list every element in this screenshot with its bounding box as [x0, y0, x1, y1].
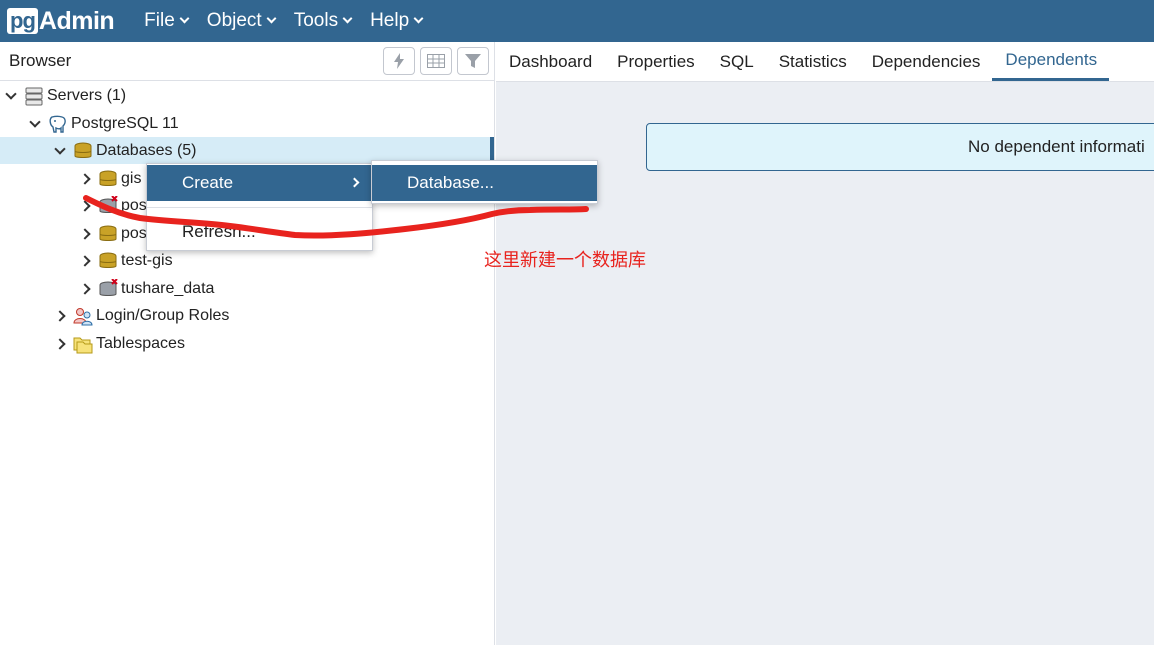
database-disconnected-icon	[99, 195, 118, 213]
tab-dashboard[interactable]: Dashboard	[496, 42, 604, 81]
database-icon	[99, 170, 117, 186]
tree-item-label: tushare_data	[121, 279, 215, 297]
chevron-down-icon	[179, 13, 190, 24]
filter-button[interactable]	[457, 47, 489, 75]
tree-item-label: pos	[121, 196, 147, 214]
tree-item-label: Login/Group Roles	[96, 306, 230, 324]
menu-object-label: Object	[206, 10, 262, 31]
chevron-right-icon[interactable]	[51, 309, 69, 322]
tab-dependencies[interactable]: Dependencies	[859, 42, 993, 81]
tree-item-label: gis	[121, 169, 142, 187]
chevron-right-icon	[349, 177, 360, 188]
chevron-down-icon[interactable]	[26, 115, 44, 128]
login-group-roles-icon	[73, 307, 93, 325]
annotation-note: 这里新建一个数据库	[484, 250, 646, 271]
database-icon	[99, 252, 117, 268]
logo-pg-text: pg	[7, 8, 38, 34]
tree-item-label: pos	[121, 224, 147, 242]
tree-item-database[interactable]: tushare_data	[76, 275, 214, 302]
menu-file-label: File	[144, 10, 175, 31]
chevron-right-icon[interactable]	[76, 282, 94, 295]
menu-tools[interactable]: Tools	[293, 10, 353, 32]
chevron-right-icon[interactable]	[76, 227, 94, 240]
menu-help[interactable]: Help	[370, 10, 424, 32]
context-menu-create-label: Create	[182, 173, 234, 192]
menu-help-label: Help	[370, 10, 410, 31]
submenu-create-database-label: Database...	[407, 173, 494, 192]
submenu-create-database[interactable]: Database...	[372, 165, 597, 201]
tree-item-label: Servers (1)	[47, 86, 127, 104]
tree-item-database[interactable]: test-gis	[76, 247, 173, 274]
server-group-icon	[25, 87, 43, 105]
create-submenu: Database...	[371, 160, 598, 204]
databases-icon	[74, 142, 92, 158]
tree-item-database[interactable]: pos	[76, 220, 147, 247]
tab-properties[interactable]: Properties	[604, 42, 706, 81]
chevron-down-icon	[413, 13, 424, 24]
logo-admin-text: Admin	[38, 6, 115, 35]
menu-divider	[147, 207, 372, 208]
tree-item-label: Databases (5)	[96, 141, 197, 159]
tree-item-database[interactable]: pos	[76, 192, 147, 219]
browser-header: Browser	[0, 42, 494, 81]
tree-item-database[interactable]: gis	[76, 165, 141, 192]
view-data-button[interactable]	[420, 47, 452, 75]
tab-statistics[interactable]: Statistics	[766, 42, 859, 81]
menu-tools-label: Tools	[293, 10, 339, 31]
top-navbar: pg Admin File Object Tools Help	[0, 0, 1154, 42]
context-menu-create[interactable]: Create	[147, 165, 372, 201]
chevron-right-icon[interactable]	[76, 254, 94, 267]
tree-item-label: Tablespaces	[96, 334, 185, 352]
tree-item-label: PostgreSQL 11	[71, 114, 179, 132]
pgadmin-logo[interactable]: pg Admin	[7, 0, 115, 42]
chevron-down-icon[interactable]	[51, 142, 69, 155]
database-disconnected-icon	[99, 278, 118, 296]
tree-item-login-roles[interactable]: Login/Group Roles	[51, 302, 229, 329]
main-panel: Dashboard Properties SQL Statistics Depe…	[496, 42, 1154, 645]
tablespaces-folder-icon	[73, 337, 93, 353]
info-message-text: No dependent informati	[968, 137, 1145, 156]
tree-item-tablespaces[interactable]: Tablespaces	[51, 330, 185, 357]
tab-dependents[interactable]: Dependents	[992, 42, 1110, 81]
query-tool-icon	[394, 53, 404, 69]
tree-item-servers[interactable]: Servers (1)	[2, 82, 126, 109]
tree-item-databases[interactable]: Databases (5)	[51, 137, 197, 164]
chevron-right-icon[interactable]	[51, 337, 69, 350]
context-menu-refresh-label: Refresh...	[182, 222, 256, 241]
browser-title: Browser	[9, 51, 72, 70]
chevron-down-icon	[342, 13, 353, 24]
info-message-box: No dependent informati	[646, 123, 1154, 171]
postgresql-elephant-icon	[49, 115, 66, 133]
database-icon	[99, 225, 117, 241]
tree-item-label: test-gis	[121, 251, 173, 269]
view-data-icon	[427, 54, 445, 68]
chevron-down-icon[interactable]	[2, 87, 20, 100]
chevron-right-icon[interactable]	[76, 199, 94, 212]
tab-sql[interactable]: SQL	[707, 42, 766, 81]
tree-item-postgresql-server[interactable]: PostgreSQL 11	[26, 110, 179, 137]
query-tool-button[interactable]	[383, 47, 415, 75]
context-menu-refresh[interactable]: Refresh...	[147, 214, 372, 250]
tab-bar: Dashboard Properties SQL Statistics Depe…	[496, 42, 1154, 82]
browser-toolbar	[378, 47, 489, 75]
chevron-down-icon	[266, 13, 277, 24]
menu-file[interactable]: File	[144, 10, 190, 32]
context-menu: Create Refresh...	[146, 163, 373, 251]
main-menu: File Object Tools Help	[144, 10, 441, 32]
filter-icon	[465, 54, 481, 68]
menu-object[interactable]: Object	[206, 10, 277, 32]
chevron-right-icon[interactable]	[76, 172, 94, 185]
